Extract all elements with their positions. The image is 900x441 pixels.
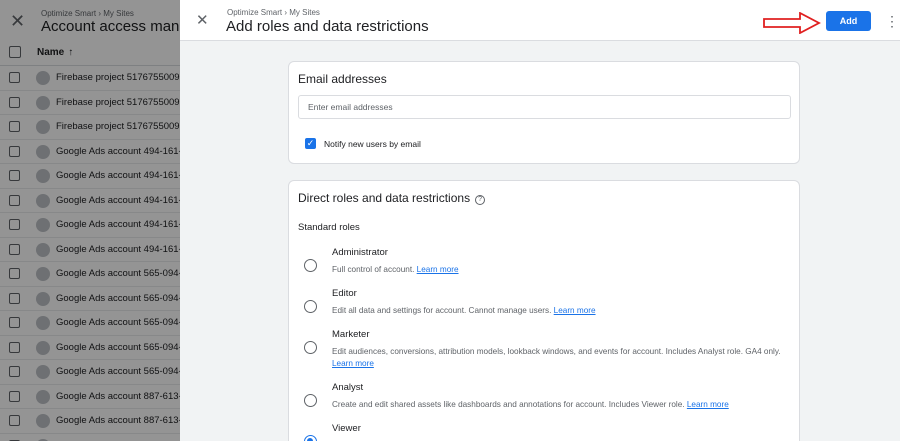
- role-description: Full control of account. Learn more: [332, 265, 459, 274]
- standard-roles-label: Standard roles: [298, 222, 360, 233]
- close-icon[interactable]: ✕: [196, 11, 209, 29]
- role-radio[interactable]: [304, 341, 317, 354]
- role-radio[interactable]: [304, 259, 317, 272]
- panel-breadcrumb: Optimize Smart › My Sites: [227, 8, 320, 17]
- more-vert-icon[interactable]: ⋮: [885, 11, 899, 31]
- email-card-title: Email addresses: [298, 72, 387, 86]
- role-name: Marketer: [332, 329, 370, 340]
- role-radio[interactable]: [304, 435, 317, 441]
- email-input[interactable]: Enter email addresses: [298, 95, 791, 119]
- notify-checkbox[interactable]: ✓: [305, 138, 316, 149]
- notify-label[interactable]: Notify new users by email: [324, 139, 421, 149]
- role-description: Edit audiences, conversions, attribution…: [332, 347, 781, 368]
- role-description: Create and edit shared assets like dashb…: [332, 400, 729, 409]
- role-radio[interactable]: [304, 300, 317, 313]
- add-roles-panel: ✕ Optimize Smart › My Sites Add roles an…: [180, 0, 900, 441]
- red-arrow-annotation: [763, 12, 821, 34]
- learn-more-link[interactable]: Learn more: [332, 359, 374, 368]
- role-description: Edit all data and settings for account. …: [332, 306, 596, 315]
- learn-more-link[interactable]: Learn more: [687, 400, 729, 409]
- role-name: Editor: [332, 288, 357, 299]
- add-button[interactable]: Add: [826, 11, 871, 31]
- panel-title: Add roles and data restrictions: [226, 18, 429, 35]
- panel-header: ✕ Optimize Smart › My Sites Add roles an…: [180, 0, 900, 41]
- role-name: Administrator: [332, 247, 388, 258]
- help-icon[interactable]: ?: [475, 195, 486, 205]
- email-addresses-card: Email addresses Enter email addresses ✓ …: [288, 61, 800, 164]
- roles-card: Direct roles and data restrictions? Stan…: [288, 180, 800, 441]
- role-radio[interactable]: [304, 394, 317, 407]
- role-name: Viewer: [332, 423, 361, 434]
- learn-more-link[interactable]: Learn more: [417, 265, 459, 274]
- role-name: Analyst: [332, 382, 364, 393]
- modal-scrim[interactable]: [0, 0, 180, 441]
- learn-more-link[interactable]: Learn more: [554, 306, 596, 315]
- roles-card-title: Direct roles and data restrictions?: [298, 191, 486, 205]
